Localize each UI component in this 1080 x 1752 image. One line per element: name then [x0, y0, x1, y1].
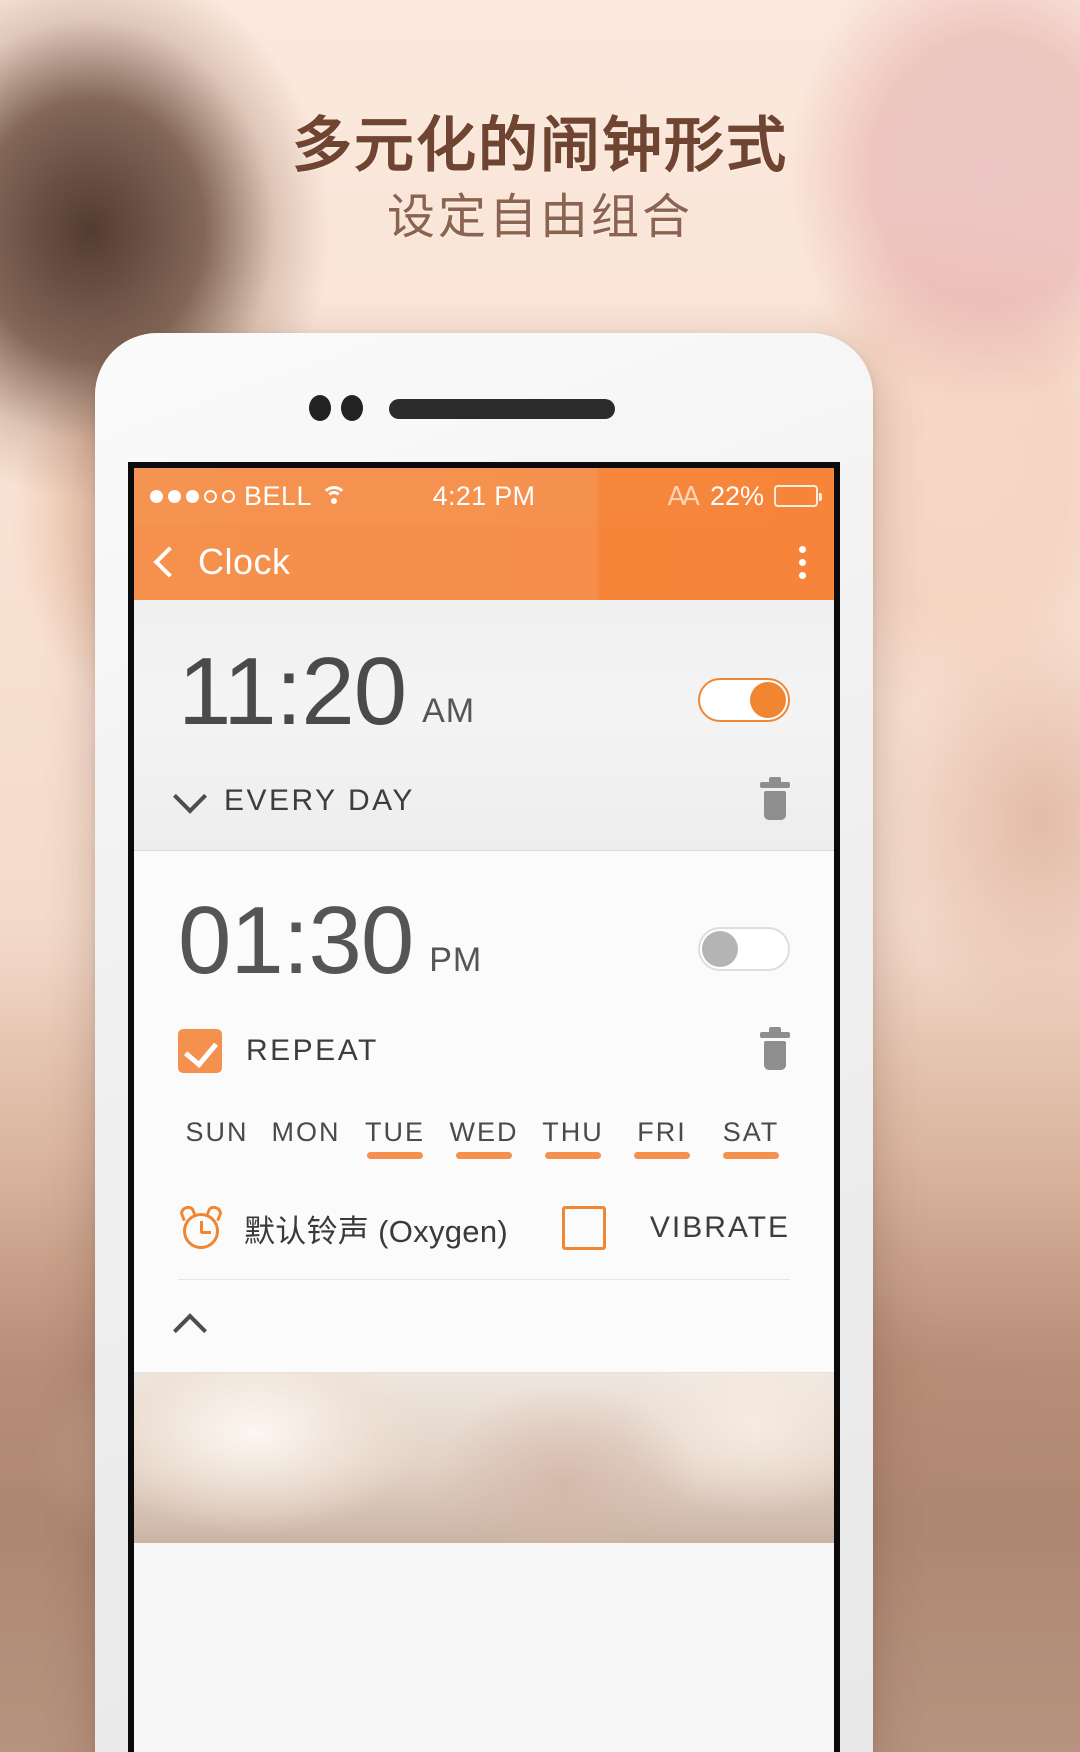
earpiece-speaker [389, 399, 615, 419]
battery-icon [774, 485, 822, 507]
bluetooth-icon: Ꜳ [667, 481, 700, 511]
weekday-wed[interactable]: WED [449, 1117, 519, 1159]
phone-top-bezel [95, 333, 873, 463]
signal-strength-icon [150, 489, 235, 503]
alarm-card-2[interactable]: 01:30 PM REPEAT SUN MON TUE WED THU FRI … [134, 851, 834, 1280]
wifi-icon [321, 486, 348, 506]
alarm-2-collapse-row[interactable] [134, 1280, 834, 1373]
app-nav-bar: Clock [134, 524, 834, 600]
weekday-selector: SUN MON TUE WED THU FRI SAT [178, 1117, 790, 1159]
trash-icon[interactable] [760, 777, 790, 820]
alarm-2-meridiem: PM [429, 941, 483, 979]
alarm-1-enable-toggle[interactable] [698, 678, 790, 722]
weekday-tue[interactable]: TUE [360, 1117, 430, 1159]
status-bar-left: BELL [150, 480, 348, 512]
alarm-1-time-row: 11:20 AM [178, 644, 790, 740]
weekday-fri[interactable]: FRI [627, 1117, 697, 1159]
page-title: Clock [198, 541, 291, 582]
front-camera-icon [309, 395, 331, 421]
ringtone-name[interactable]: 默认铃声 (Oxygen) [244, 1206, 508, 1251]
repeat-label: REPEAT [246, 1034, 379, 1067]
phone-screen: BELL 4:21 PM Ꜳ 22% Clock 11:20 AM EVERY … [134, 468, 834, 1752]
alarm-2-ringtone-row: 默认铃声 (Oxygen) VIBRATE [178, 1203, 790, 1280]
alarm-1-schedule-label: EVERY DAY [224, 784, 415, 817]
background-photo-strip [134, 1373, 834, 1543]
alarm-2-repeat-row: REPEAT [178, 1027, 790, 1073]
weekday-thu[interactable]: THU [538, 1117, 608, 1159]
alarm-2-time[interactable]: 01:30 [178, 893, 414, 989]
weekday-sat[interactable]: SAT [716, 1117, 786, 1159]
alarm-card-1[interactable]: 11:20 AM EVERY DAY [134, 600, 834, 851]
vibrate-label: VIBRATE [649, 1211, 790, 1244]
chevron-down-icon[interactable] [173, 779, 207, 814]
vibrate-checkbox[interactable] [561, 1206, 606, 1250]
status-bar: BELL 4:21 PM Ꜳ 22% [134, 468, 834, 524]
chevron-up-icon[interactable] [173, 1313, 207, 1348]
promo-page: 多元化的闹钟形式 设定自由组合 BELL 4:21 PM Ꜳ 22% Clock… [0, 0, 1080, 1752]
alarm-clock-icon [178, 1203, 224, 1251]
weekday-mon[interactable]: MON [271, 1117, 341, 1159]
alarm-2-time-row: 01:30 PM [178, 893, 790, 989]
phone-screen-frame: BELL 4:21 PM Ꜳ 22% Clock 11:20 AM EVERY … [128, 462, 840, 1752]
vibrate-group: VIBRATE [561, 1206, 790, 1250]
alarm-1-meta-row: EVERY DAY [173, 777, 790, 820]
repeat-checkbox[interactable] [178, 1029, 222, 1073]
alarm-1-meridiem: AM [422, 692, 476, 730]
phone-mockup: BELL 4:21 PM Ꜳ 22% Clock 11:20 AM EVERY … [95, 333, 873, 1752]
alarm-1-time[interactable]: 11:20 [178, 644, 407, 740]
proximity-sensor-icon [341, 395, 363, 421]
alarm-2-enable-toggle[interactable] [698, 927, 790, 971]
carrier-name: BELL [244, 480, 313, 511]
trash-icon[interactable] [760, 1027, 790, 1070]
weekday-sun[interactable]: SUN [182, 1117, 252, 1159]
chevron-left-icon[interactable] [153, 546, 185, 578]
more-vertical-icon[interactable] [793, 538, 812, 587]
battery-percent-label: 22% [709, 480, 764, 511]
status-bar-right: Ꜳ 22% [667, 480, 822, 512]
